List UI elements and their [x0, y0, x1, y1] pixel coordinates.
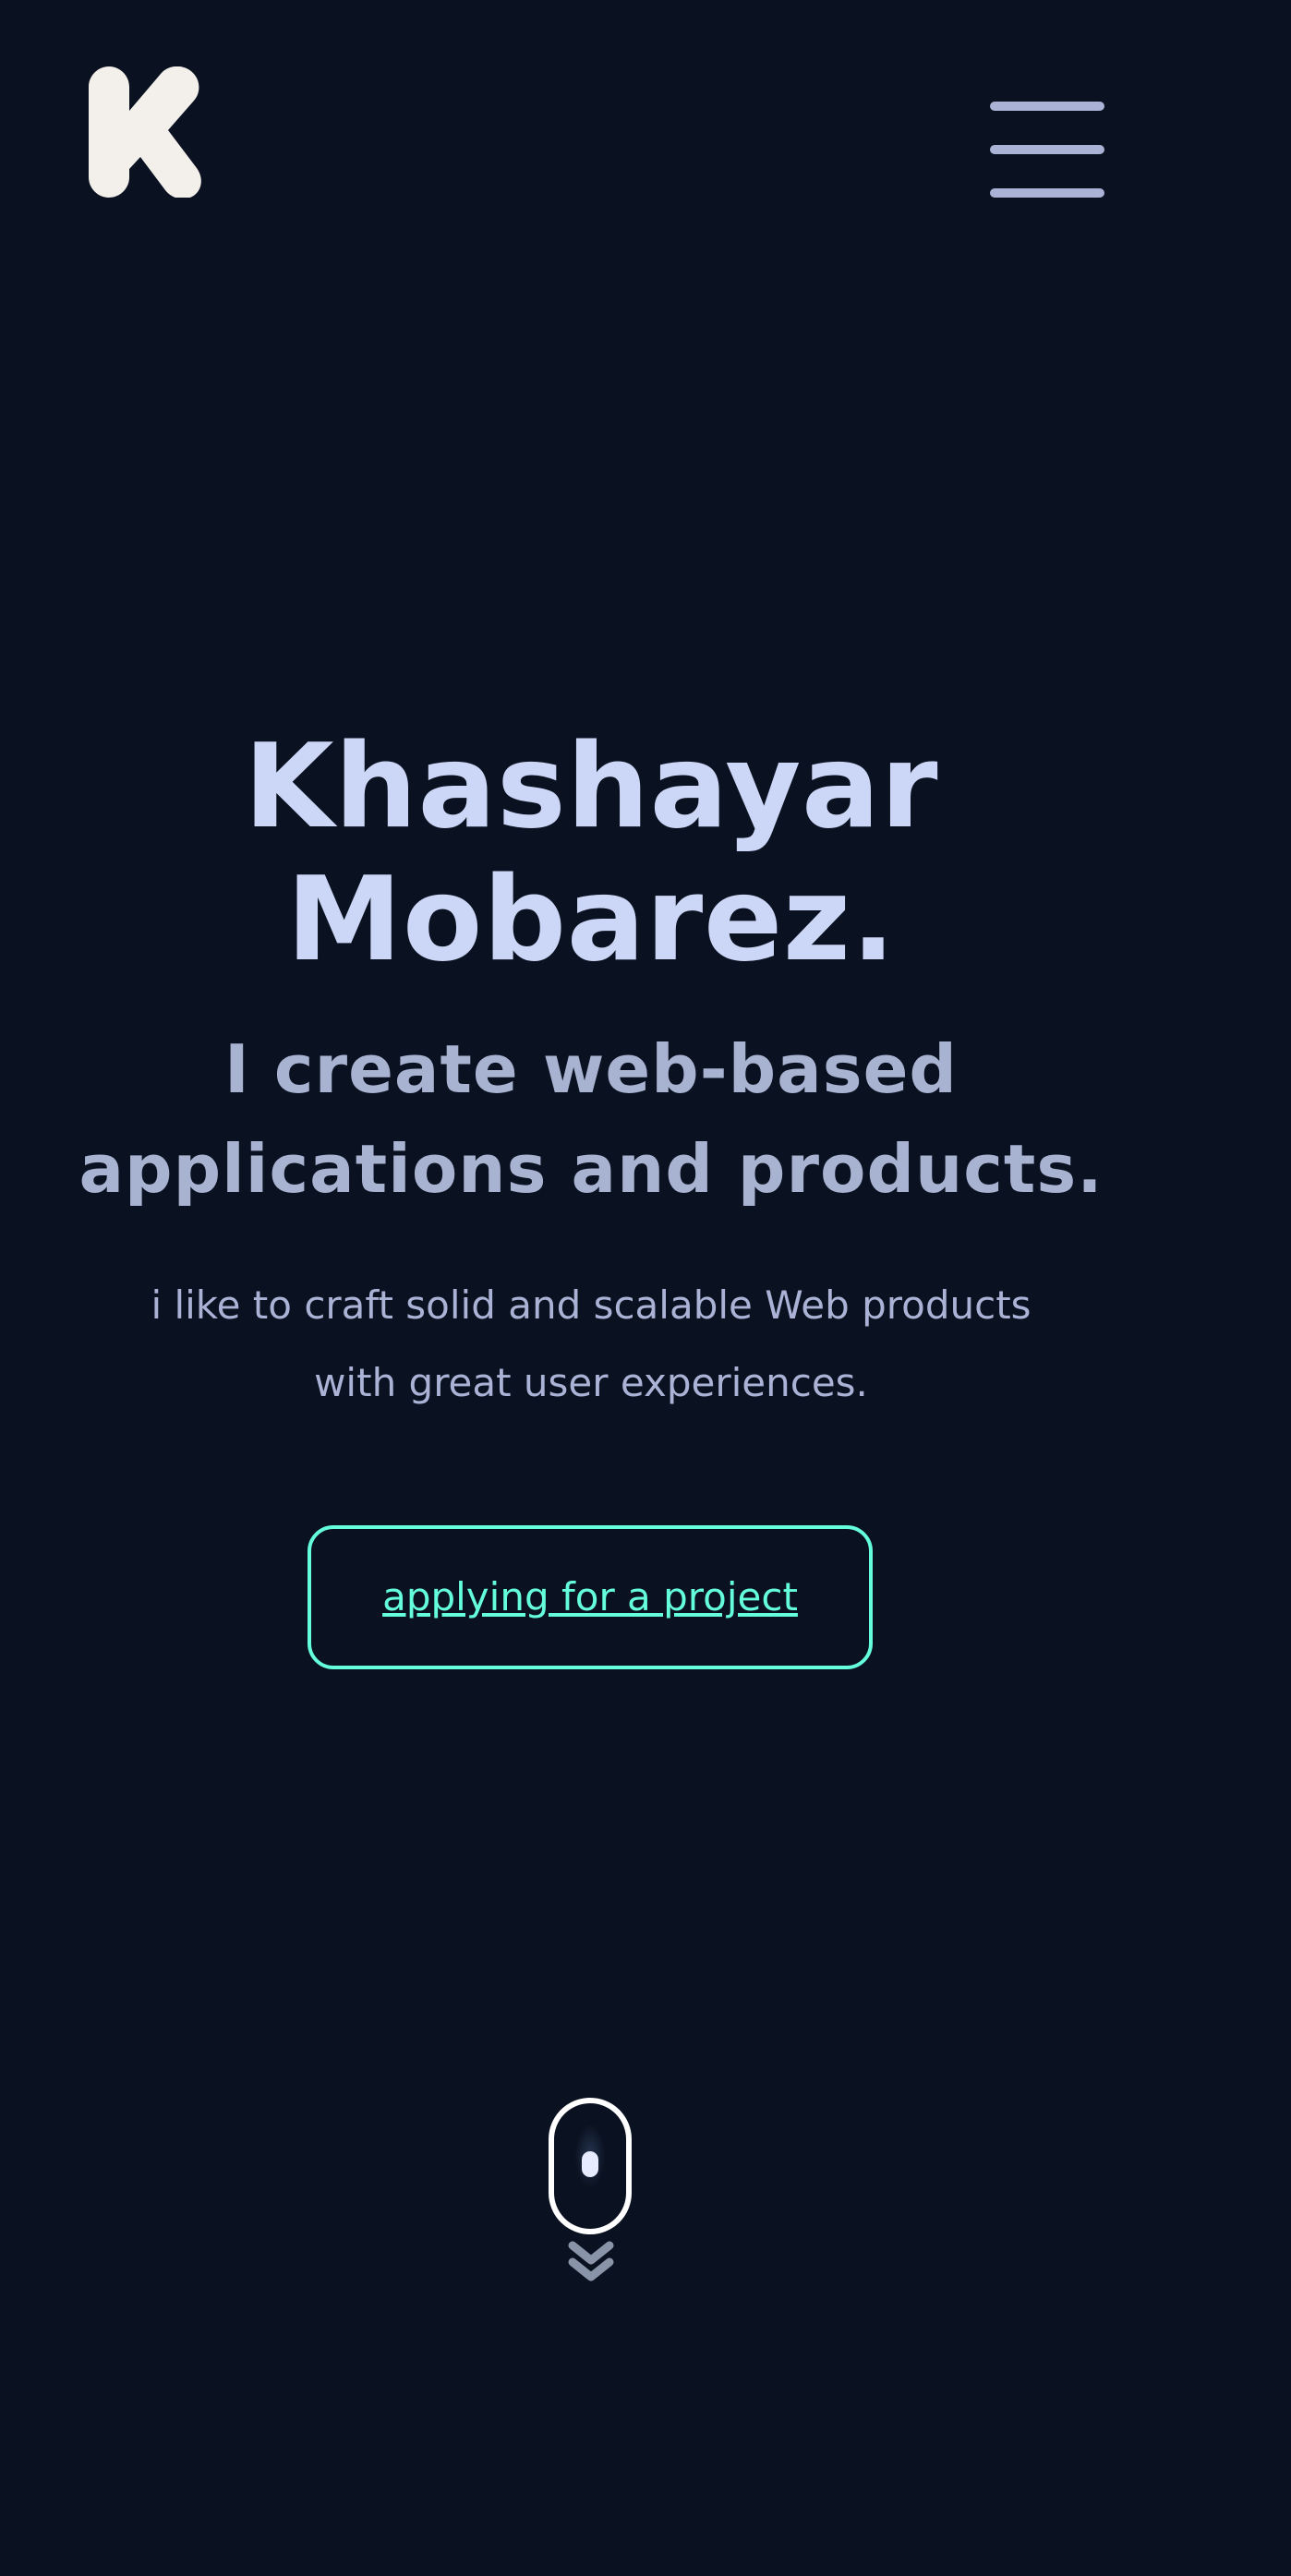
site-header: [0, 0, 1291, 222]
hero-description-line-2: with great user experiences.: [314, 1360, 868, 1405]
mouse-wheel: [582, 2151, 598, 2177]
hamburger-menu-icon[interactable]: [990, 102, 1104, 198]
hero-description: i like to craft solid and scalable Web p…: [0, 1267, 1182, 1422]
menu-bar-bottom: [990, 188, 1104, 198]
hero-description-line-1: i like to craft solid and scalable Web p…: [151, 1282, 1032, 1328]
hero-tagline-line-1: I create web-based: [224, 1030, 958, 1108]
scroll-down-indicator[interactable]: [547, 2098, 635, 2288]
apply-project-button[interactable]: applying for a project: [308, 1525, 873, 1669]
hero-name-last: Mobarez.: [286, 851, 896, 987]
hero-name: Khashayar Mobarez.: [0, 720, 1182, 986]
menu-bar-top: [990, 102, 1104, 111]
hero-tagline-line-2: applications and products.: [78, 1130, 1104, 1208]
mouse-scroll-icon: [549, 2098, 632, 2234]
hero-name-first: Khashayar: [243, 718, 938, 854]
hero-tagline: I create web-based applications and prod…: [0, 1019, 1182, 1219]
k-logo-icon[interactable]: [89, 66, 203, 199]
double-chevron-down-icon: [568, 2241, 614, 2281]
menu-bar-middle: [990, 145, 1104, 154]
